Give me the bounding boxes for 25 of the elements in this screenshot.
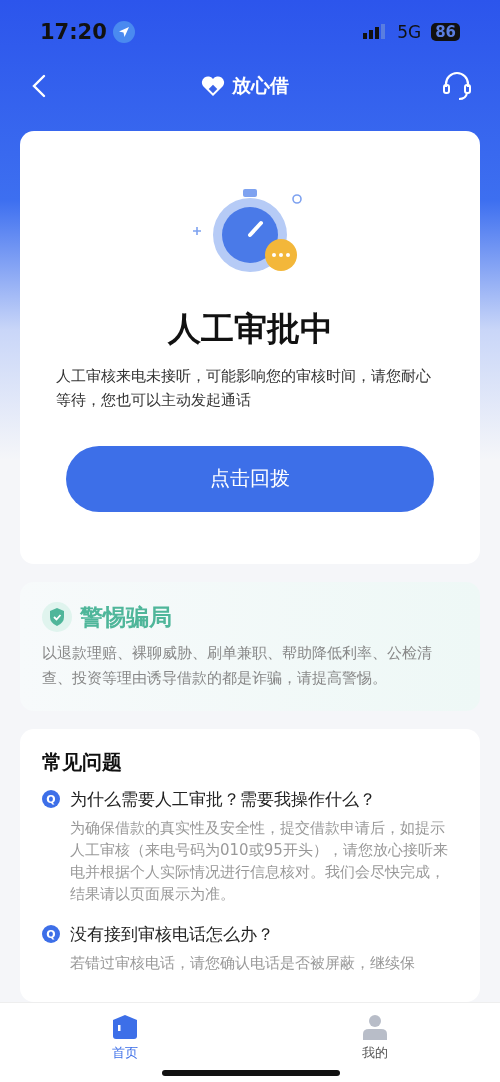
heart-logo-icon (199, 74, 226, 97)
question-badge: Q (42, 925, 60, 944)
home-icon (112, 1013, 138, 1040)
status-message: 人工审核来电未接听，可能影响您的审核时间，请您耐心等待，您也可以主动发起通话 (55, 365, 432, 411)
app-title: 放心借 (231, 72, 289, 98)
tab[interactable]: 我的 (335, 1012, 415, 1063)
faq-answer: 若错过审核电话，请您确认电话是否被屏蔽，继续保 (70, 952, 416, 974)
faq-question[interactable]: 没有接到审核电话怎么办？ (70, 922, 274, 946)
battery-level: 86 (431, 23, 460, 42)
warning-title: 警惕骗局 (80, 602, 172, 632)
status-time: 17:20 (40, 20, 107, 45)
question-badge: Q (42, 790, 60, 809)
faq-answer: 为确保借款的真实性及安全性，提交借款申请后，如提示人工审核（来电号码为010或95开头），请您放心接听来电并根据个人实际情况进行信息核对。我们会尽快完成，结果请以页面展示为准。 (70, 817, 449, 905)
status-title: 人工审批中 (167, 307, 333, 350)
faq-title: 常见问题 (42, 748, 123, 776)
back-icon[interactable] (32, 73, 46, 98)
tab[interactable]: 首页 (85, 1012, 165, 1063)
warning-text: 以退款理赔、裸聊威胁、刷单兼职、帮助降低利率、公检清查、投资等理由诱导借款的都是诈骗，请提高警惕。 (42, 642, 433, 689)
shield-check-icon (42, 602, 72, 633)
callback-button[interactable]: 点击回拨 (66, 445, 434, 512)
person-icon (362, 1013, 388, 1040)
network-label: 5G (397, 22, 422, 43)
headset-icon[interactable] (442, 69, 472, 102)
faq-question[interactable]: 为什么需要人工审批？需要我操作什么？ (70, 787, 376, 811)
signal-icon (363, 24, 388, 41)
